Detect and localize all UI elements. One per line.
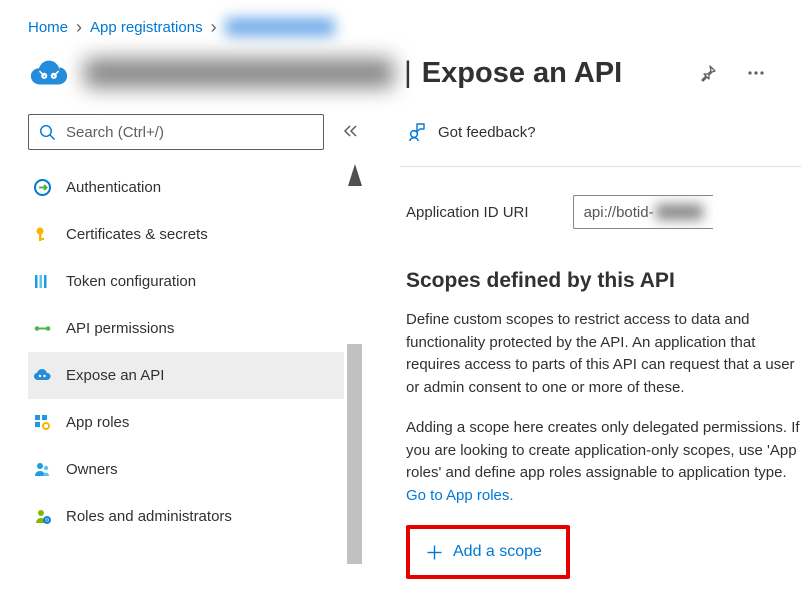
owners-icon	[32, 460, 52, 480]
main-content: Got feedback? Application ID URI api://b…	[362, 114, 801, 579]
scrollbar-thumb[interactable]	[347, 344, 362, 564]
search-input-wrapper[interactable]	[28, 114, 324, 150]
sidebar-item-expose-api[interactable]: Expose an API	[28, 352, 344, 399]
pin-button[interactable]	[691, 56, 725, 90]
search-icon	[39, 124, 56, 141]
app-roles-icon	[32, 413, 52, 433]
sidebar-item-label: Token configuration	[66, 273, 196, 290]
more-button[interactable]	[739, 56, 773, 90]
pin-icon	[699, 64, 717, 82]
page-title: Expose an API	[422, 57, 622, 90]
sidebar-item-label: Roles and administrators	[66, 508, 232, 525]
feedback-label: Got feedback?	[438, 124, 536, 141]
search-input[interactable]	[64, 123, 313, 142]
sidebar-item-label: Certificates & secrets	[66, 226, 208, 243]
page-header: | Expose an API	[0, 46, 801, 114]
divider	[400, 166, 801, 167]
sidebar-item-api-permissions[interactable]: API permissions	[28, 305, 344, 352]
collapse-sidebar-button[interactable]	[338, 119, 362, 146]
sidebar-item-label: API permissions	[66, 320, 174, 337]
go-to-app-roles-link[interactable]: Go to App roles.	[406, 487, 514, 504]
sidebar-item-label: Authentication	[66, 179, 161, 196]
more-icon	[746, 63, 766, 83]
sidebar-item-label: Expose an API	[66, 367, 164, 384]
sidebar-item-roles-admins[interactable]: Roles and administrators	[28, 493, 344, 540]
sidebar-item-token-config[interactable]: Token configuration	[28, 258, 344, 305]
plus-icon	[426, 544, 443, 561]
app-name-redacted	[84, 58, 394, 88]
sidebar-item-owners[interactable]: Owners	[28, 446, 344, 493]
sidebar-item-certificates[interactable]: Certificates & secrets	[28, 211, 344, 258]
token-icon	[32, 272, 52, 292]
app-id-uri-row: Application ID URI api://botid-	[406, 195, 801, 229]
sidebar-item-label: App roles	[66, 414, 129, 431]
app-id-uri-value: api://botid-	[584, 204, 654, 221]
authentication-icon	[32, 178, 52, 198]
breadcrumb-home[interactable]: Home	[28, 19, 68, 36]
app-id-uri-label: Application ID URI	[406, 204, 529, 221]
add-scope-label: Add a scope	[453, 543, 542, 561]
feedback-icon	[406, 122, 426, 142]
key-icon	[32, 225, 52, 245]
title-divider: |	[404, 56, 412, 90]
roles-icon	[32, 507, 52, 527]
scopes-description-1: Define custom scopes to restrict access …	[406, 309, 801, 399]
scopes-description-2: Adding a scope here creates only delegat…	[406, 417, 801, 507]
cloud-app-icon	[28, 52, 70, 94]
sidebar-item-app-roles[interactable]: App roles	[28, 399, 344, 446]
sidebar-item-label: Owners	[66, 461, 118, 478]
scopes-heading: Scopes defined by this API	[406, 269, 801, 293]
chevron-right-icon: ›	[76, 18, 82, 36]
sidebar-item-authentication[interactable]: Authentication	[28, 164, 344, 211]
feedback-link[interactable]: Got feedback?	[406, 116, 801, 148]
chevron-right-icon: ›	[211, 18, 217, 36]
api-permissions-icon	[32, 319, 52, 339]
sidebar-nav: Authentication Certificates & secrets To…	[28, 164, 362, 540]
breadcrumb-app-name-redacted[interactable]	[225, 18, 335, 36]
breadcrumb-app-registrations[interactable]: App registrations	[90, 19, 203, 36]
app-id-uri-redacted	[656, 204, 703, 220]
cloud-gear-icon	[32, 366, 52, 386]
chevron-double-left-icon	[342, 123, 358, 139]
breadcrumb: Home › App registrations ›	[0, 0, 801, 46]
add-scope-button[interactable]: Add a scope	[412, 531, 564, 573]
app-id-uri-input[interactable]: api://botid-	[573, 195, 713, 229]
sidebar: Authentication Certificates & secrets To…	[0, 114, 362, 579]
highlight-box: Add a scope	[406, 525, 570, 579]
